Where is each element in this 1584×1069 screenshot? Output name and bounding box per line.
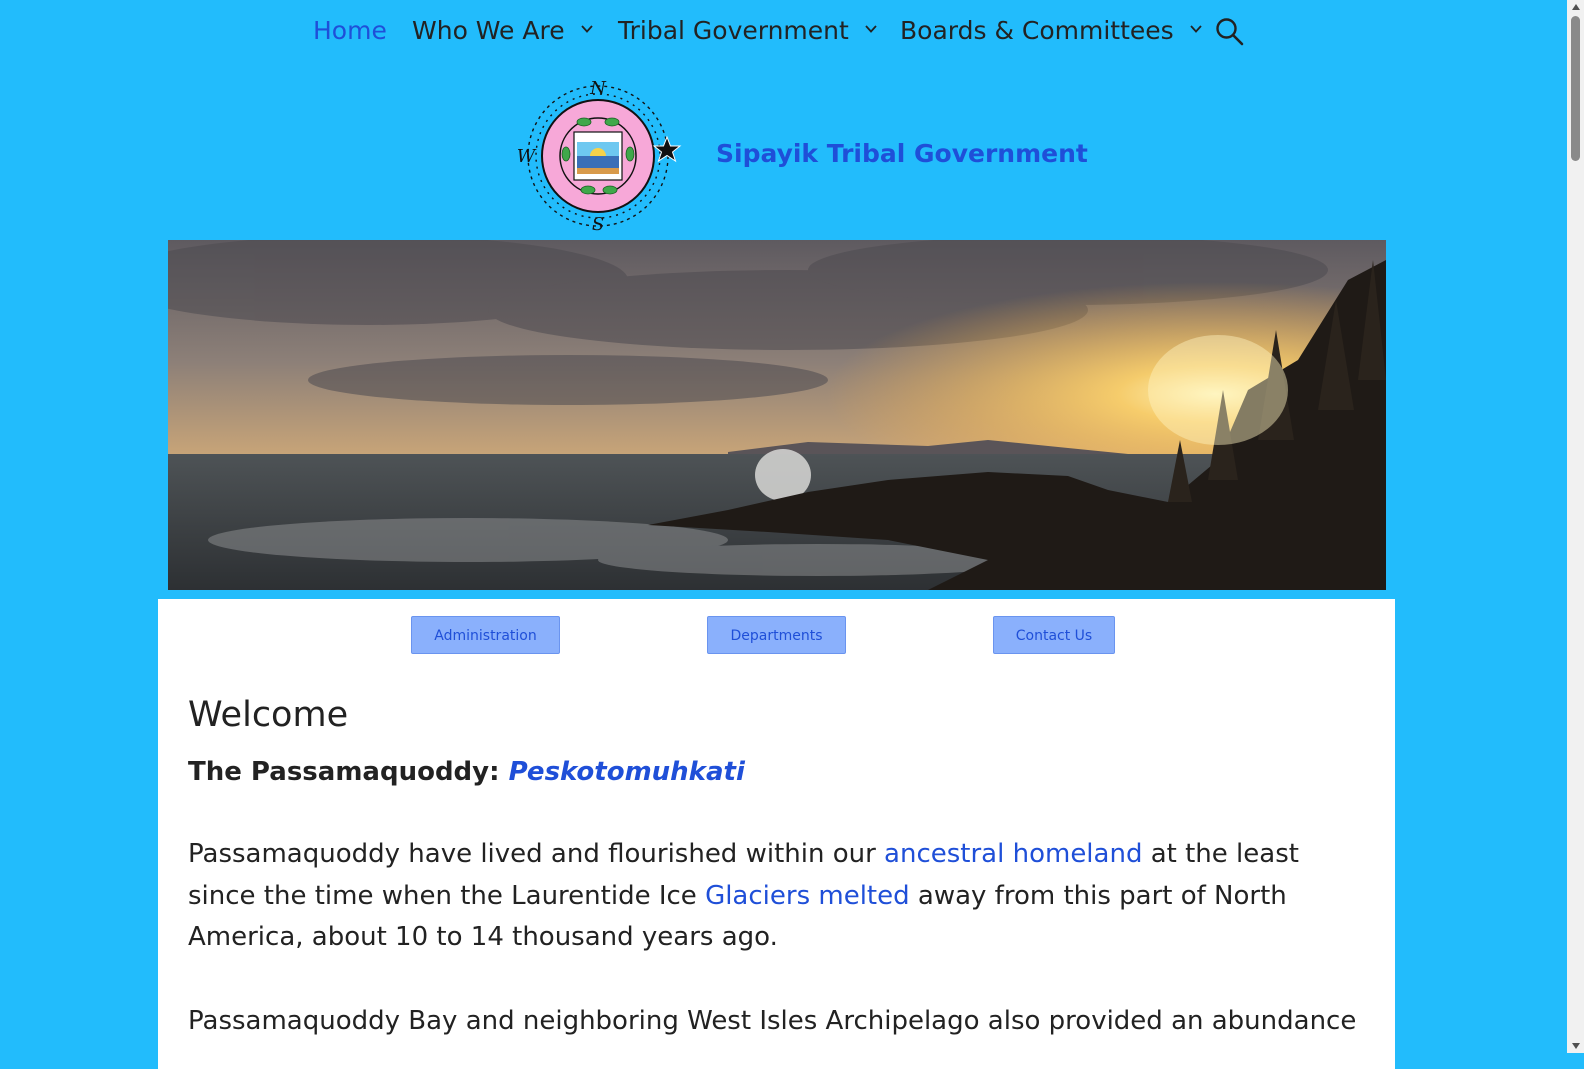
subheading-prefix: The Passamaquoddy: [188,757,509,787]
site-title[interactable]: Sipayik Tribal Government [716,139,1088,168]
main-content: Welcome The Passamaquoddy: Peskotomuhkat… [188,692,1368,1042]
subheading: The Passamaquoddy: Peskotomuhkati [188,752,1368,792]
scroll-up-arrow-icon[interactable] [1572,4,1580,10]
nav-tribal-government-label: Tribal Government [618,16,849,45]
contact-us-button[interactable]: Contact Us [993,616,1115,654]
chevron-down-icon [1190,25,1202,33]
scroll-down-arrow-icon[interactable] [1572,1043,1580,1049]
chevron-down-icon [865,25,877,33]
content-card: Administration Departments Contact Us We… [158,599,1395,1069]
intro-paragraph: Passamaquoddy have lived and flourished … [188,834,1368,959]
nav-who-we-are[interactable]: Who We Are [412,14,593,48]
peskotomuhkati-link-text: Peskotomuhkati [508,757,745,787]
compass-w: W [517,146,537,167]
nav-home[interactable]: Home [313,14,387,48]
search-icon[interactable] [1214,16,1244,46]
nav-boards-committees-label: Boards & Committees [900,16,1174,45]
second-paragraph: Passamaquoddy Bay and neighboring West I… [188,1005,1357,1036]
page-heading: Welcome [188,695,349,735]
main-navigation: Home Who We Are Tribal Government Boards… [0,0,1552,62]
compass-s: S [592,214,604,232]
nav-tribal-government[interactable]: Tribal Government [618,14,877,48]
nav-who-we-are-label: Who We Are [412,16,565,45]
passamaquoddy-tribe-logo[interactable]: N S W [510,80,690,232]
compass-n: N [589,80,607,99]
nav-boards-committees[interactable]: Boards & Committees [900,14,1202,48]
intro-text-1: Passamaquoddy have lived and flourished … [188,839,885,869]
departments-button[interactable]: Departments [707,616,846,654]
ancestral-homeland-link[interactable]: ancestral homeland [884,839,1142,869]
peskotomuhkati-link[interactable]: Peskotomuhkati [509,757,745,787]
glaciers-melted-link[interactable]: Glaciers melted [705,881,910,911]
scroll-thumb[interactable] [1571,16,1580,161]
hero-sunset-image [168,240,1386,590]
chevron-down-icon [580,25,593,33]
administration-button[interactable]: Administration [411,616,560,654]
page-scrollbar[interactable] [1567,0,1584,1053]
